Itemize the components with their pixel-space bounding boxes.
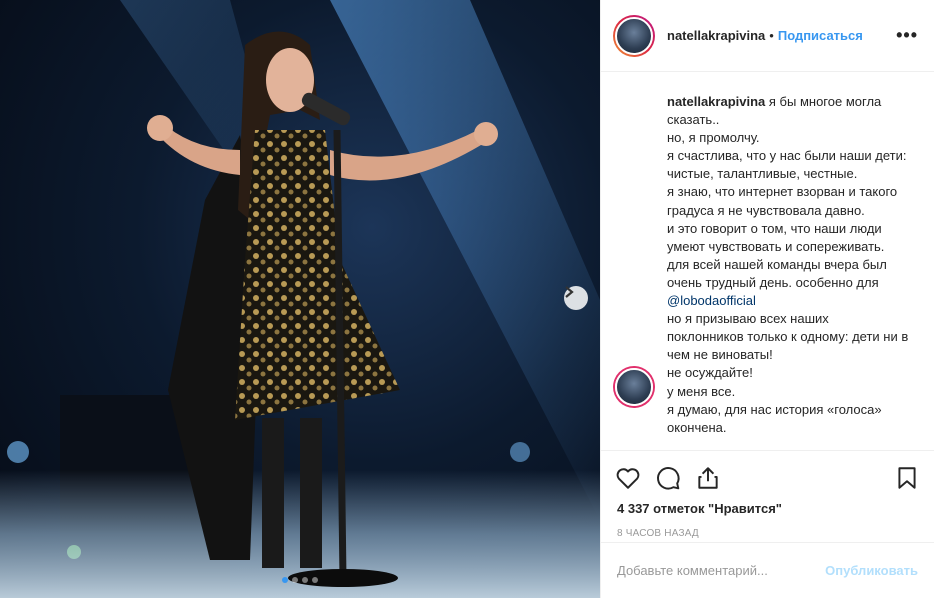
add-comment-bar: Опубликовать: [601, 542, 934, 598]
caption-line: я знаю, что интернет взорван и такого гр…: [667, 184, 898, 218]
caption-username[interactable]: natellakrapivina: [667, 94, 765, 109]
action-icons: [601, 451, 934, 497]
bookmark-icon[interactable]: [894, 465, 920, 491]
post-photo[interactable]: [0, 0, 600, 598]
avatar-image: [615, 16, 653, 55]
caption-text: natellakrapivina я бы многое могла сказа…: [667, 93, 909, 437]
next-slide-button[interactable]: [564, 286, 588, 310]
chevron-right-icon: [565, 286, 574, 298]
comment-icon[interactable]: [655, 465, 681, 491]
caption-line: для всей нашей команды вчера был очень т…: [667, 256, 887, 290]
likes-count[interactable]: 4 337 отметок "Нравится": [601, 497, 934, 516]
caption-line: но я призываю всех наших поклонников тол…: [667, 311, 909, 363]
caption-avatar[interactable]: [615, 368, 653, 406]
carousel-dot: [282, 577, 288, 583]
caption-line: и это говорит о том, что наши люди умеют…: [667, 220, 885, 254]
follow-button[interactable]: Подписаться: [778, 28, 863, 43]
mention-link[interactable]: @lobodaofficial: [667, 293, 756, 308]
caption-area[interactable]: natellakrapivina я бы многое могла сказа…: [601, 73, 934, 449]
more-options-icon[interactable]: •••: [896, 25, 918, 46]
carousel-dot: [302, 577, 308, 583]
caption-line: но, я промолчу.: [667, 130, 760, 146]
caption-line: не осуждайте!: [667, 365, 753, 381]
post-timestamp[interactable]: 8 ЧАСОВ НАЗАД: [601, 516, 934, 539]
carousel-dot: [312, 577, 318, 583]
carousel-indicator: [0, 577, 600, 583]
stage-scene: [0, 0, 600, 598]
carousel-dot: [292, 577, 298, 583]
caption-line: я счастлива, что у нас были наши дети: ч…: [667, 148, 907, 182]
post-actions: 4 337 отметок "Нравится" 8 ЧАСОВ НАЗАД: [601, 450, 934, 539]
publish-button[interactable]: Опубликовать: [825, 563, 918, 578]
caption-line: я думаю, для нас история «голоса» оконче…: [667, 401, 882, 435]
post-header: natellakrapivina • Подписаться •••: [601, 0, 934, 72]
author-username[interactable]: natellakrapivina: [667, 28, 765, 43]
author-avatar[interactable]: [613, 14, 655, 57]
comment-input[interactable]: [617, 563, 826, 578]
caption-comment: natellakrapivina я бы многое могла сказа…: [613, 93, 918, 437]
header-separator: •: [769, 28, 774, 43]
post-side-panel: natellakrapivina • Подписаться ••• natel…: [600, 0, 934, 598]
caption-line: у меня все.: [667, 383, 736, 399]
share-icon[interactable]: [695, 465, 721, 491]
heart-icon[interactable]: [615, 465, 641, 491]
